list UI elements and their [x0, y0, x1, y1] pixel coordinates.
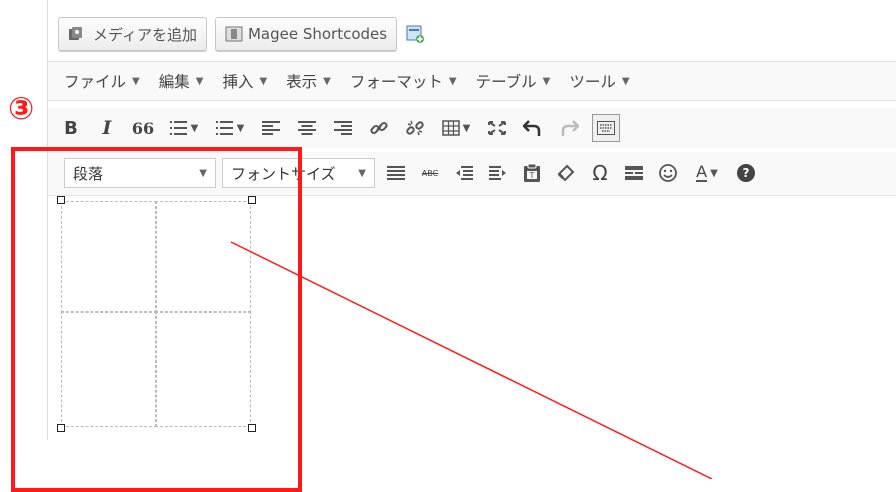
- annotation-arrow-line: [230, 241, 713, 479]
